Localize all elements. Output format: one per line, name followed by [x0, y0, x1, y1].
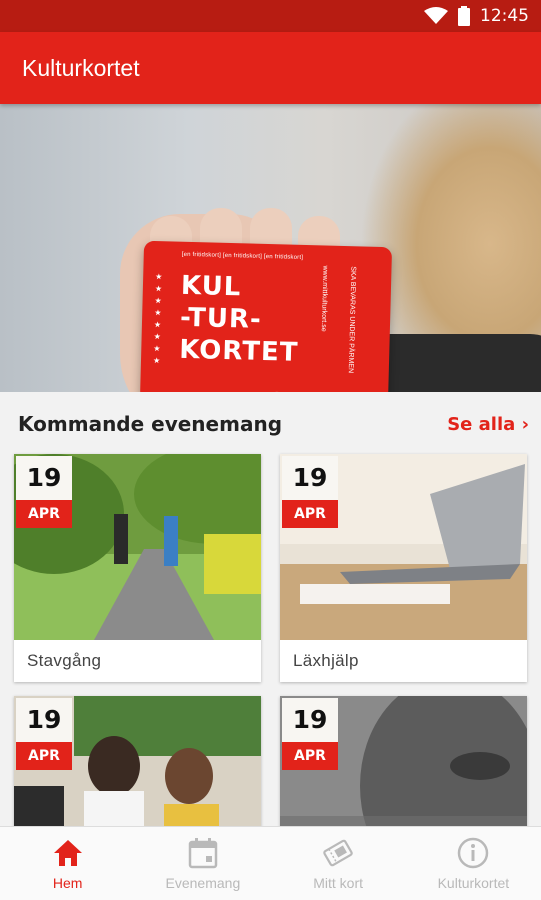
events-section: Kommande evenemang Se alla › 19 APR Stav… — [0, 392, 541, 900]
event-date: 19 APR — [16, 456, 72, 528]
card-title: KUL -TUR- KORTET — [178, 270, 299, 368]
nav-item-evenemang[interactable]: Evenemang — [135, 827, 270, 900]
card-side-text: SKA BEVARAS UNDER PÄRMEN — [346, 266, 357, 374]
nav-item-hem[interactable]: Hem — [0, 827, 135, 900]
event-month: APR — [16, 742, 72, 770]
home-icon — [53, 840, 82, 866]
event-month: APR — [282, 500, 338, 528]
ticket-icon — [323, 839, 353, 867]
nav-label: Kulturkortet — [437, 875, 510, 891]
event-day: 19 — [16, 698, 72, 742]
event-day: 19 — [282, 456, 338, 500]
event-date: 19 APR — [282, 456, 338, 528]
kulturkort-card: [en fritidskort] [en fritidskort] [en fr… — [139, 240, 393, 392]
event-date: 19 APR — [16, 698, 72, 770]
nav-label: Mitt kort — [313, 875, 364, 891]
event-card[interactable]: 19 APR Stavgång — [14, 454, 261, 682]
nav-label: Hem — [52, 875, 83, 891]
card-stars: ★ ★ ★ ★ ★ ★ ★ ★ — [152, 272, 163, 366]
bottom-navigation: Hem Evenemang Mitt kort Kulturkortet — [0, 826, 541, 900]
card-url: www.mittkulturkort.se — [319, 265, 329, 332]
event-day: 19 — [282, 698, 338, 742]
nav-item-kulturkortet[interactable]: Kulturkortet — [406, 827, 541, 900]
battery-icon — [458, 6, 470, 26]
events-header: Kommande evenemang Se alla › — [18, 412, 529, 436]
card-top-text: [en fritidskort] [en fritidskort] [en fr… — [181, 251, 304, 261]
app-bar: Kulturkortet — [0, 32, 541, 104]
hero-image: [en fritidskort] [en fritidskort] [en fr… — [0, 104, 541, 392]
event-label: Stavgång — [27, 651, 102, 670]
wifi-icon — [424, 7, 448, 24]
event-card[interactable]: 19 APR Läxhjälp — [280, 454, 527, 682]
event-month: APR — [16, 500, 72, 528]
status-bar: 12:45 — [0, 0, 541, 32]
event-label: Läxhjälp — [293, 651, 359, 670]
see-all-link[interactable]: Se alla › — [447, 414, 529, 435]
chevron-right-icon: › — [521, 413, 529, 435]
event-month: APR — [282, 742, 338, 770]
events-title: Kommande evenemang — [18, 412, 283, 436]
app-title: Kulturkortet — [22, 54, 140, 81]
event-date: 19 APR — [282, 698, 338, 770]
status-time: 12:45 — [480, 6, 529, 26]
nav-label: Evenemang — [165, 875, 241, 891]
nav-item-mitt-kort[interactable]: Mitt kort — [271, 827, 406, 900]
calendar-icon — [188, 838, 218, 869]
event-day: 19 — [16, 456, 72, 500]
info-icon — [458, 837, 489, 869]
